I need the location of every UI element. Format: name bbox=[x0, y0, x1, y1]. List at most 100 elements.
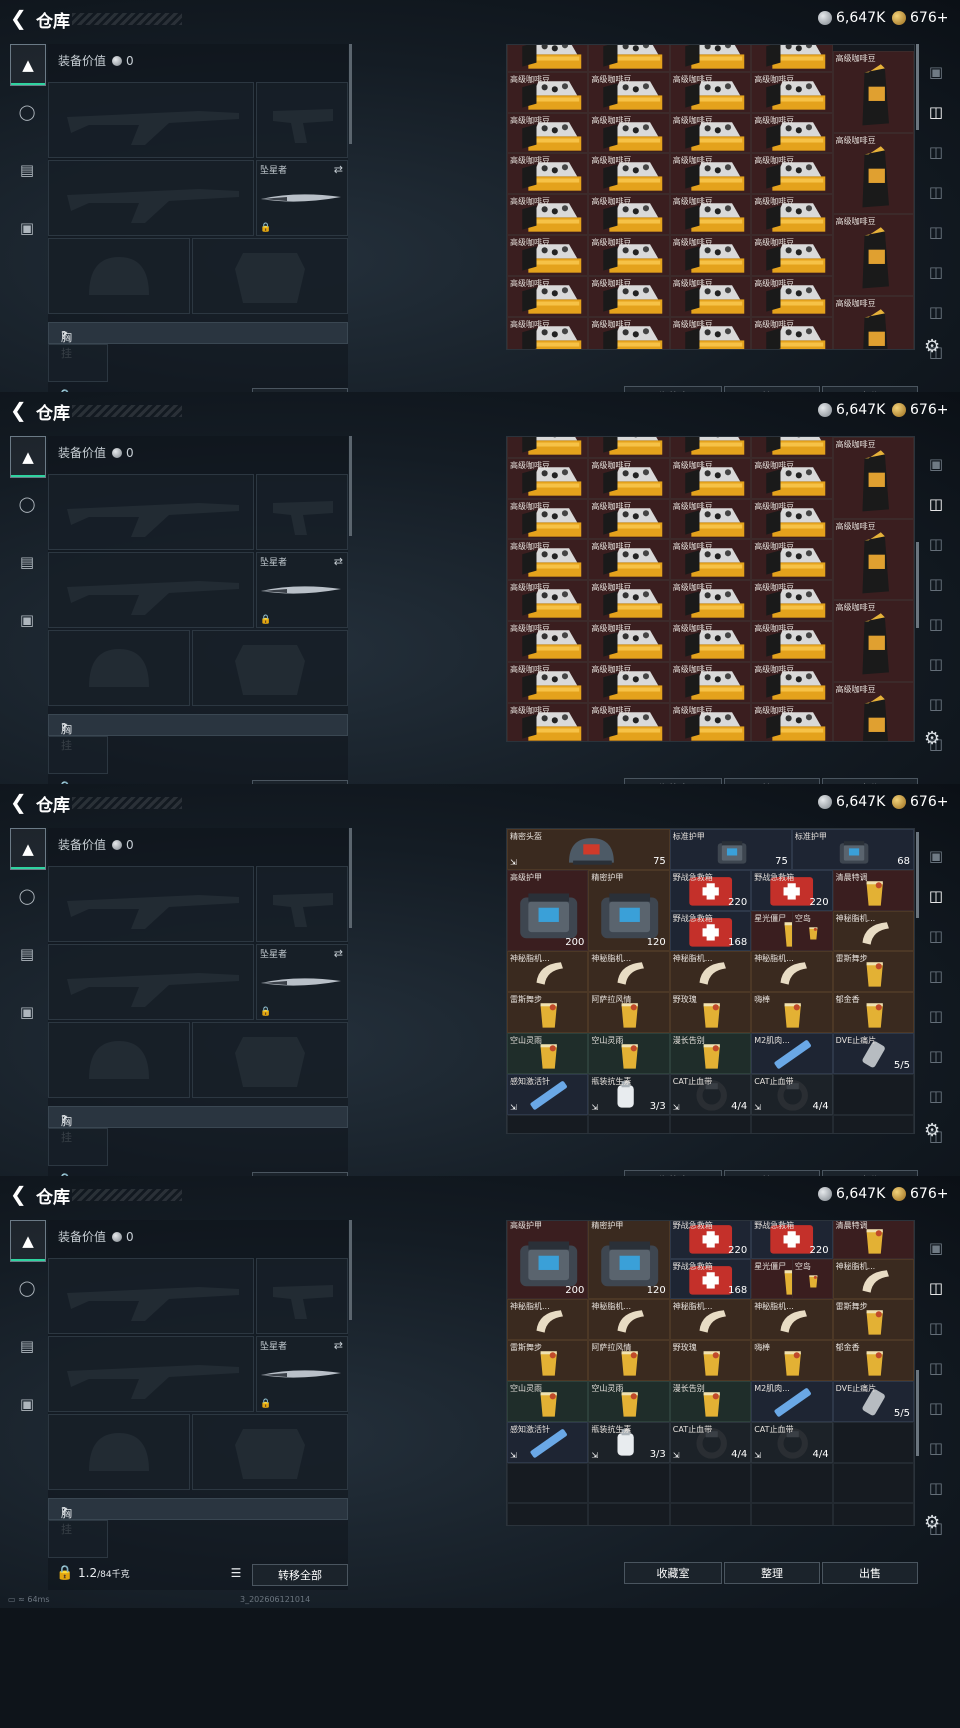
empty-slot[interactable] bbox=[751, 1114, 833, 1133]
camera-plus-icon[interactable]: ◫ bbox=[922, 134, 950, 170]
inventory-item[interactable]: DVE止痛片 5/5 bbox=[832, 1033, 914, 1074]
inventory-item-coffee[interactable]: 高级咖啡豆 bbox=[751, 153, 833, 195]
inventory-item[interactable]: 标准护甲 68 bbox=[791, 829, 914, 870]
empty-slot[interactable] bbox=[507, 1114, 589, 1133]
inventory-item-coffee[interactable]: 高级咖啡豆 bbox=[588, 457, 670, 499]
camera-plus-icon[interactable]: ◫ bbox=[922, 94, 950, 130]
empty-slot[interactable] bbox=[588, 1503, 670, 1525]
inventory-item[interactable]: 野战急救箱 220 bbox=[751, 1221, 833, 1259]
inventory-item-coffee[interactable]: 高级咖啡豆 bbox=[751, 580, 833, 621]
helmet-icon[interactable]: ◯ bbox=[10, 484, 44, 524]
inventory-item[interactable]: 感知激活针 ⇲ bbox=[507, 1073, 589, 1115]
inventory-item-coffee[interactable]: 高级咖啡豆 bbox=[588, 275, 670, 317]
primary-weapon-slot[interactable] bbox=[48, 866, 254, 942]
pistol-slot[interactable] bbox=[256, 82, 348, 158]
inventory-item-coffee[interactable]: 高级咖啡豆 bbox=[669, 621, 752, 662]
empty-slot[interactable] bbox=[507, 1503, 589, 1525]
inventory-item-coffee[interactable]: 高级咖啡豆 bbox=[669, 437, 752, 458]
inventory-item-coffee[interactable]: 高级咖啡豆 bbox=[588, 702, 670, 741]
empty-slot[interactable] bbox=[832, 1114, 914, 1133]
empty-slot[interactable] bbox=[832, 1073, 914, 1115]
gold-currency[interactable]: 676+ bbox=[892, 10, 948, 26]
pistol-slot[interactable] bbox=[256, 866, 348, 942]
settings-gear-icon[interactable]: ⚙ bbox=[924, 336, 940, 357]
inventory-item-coffee[interactable]: 高级咖啡豆 bbox=[751, 539, 833, 581]
melee-slot[interactable]: 坠星者 ⇄ 🔒 bbox=[256, 1336, 348, 1412]
camera-plus-icon[interactable]: ◫ bbox=[922, 1390, 950, 1426]
inventory-item-coffee[interactable]: 高级咖啡豆 bbox=[507, 702, 589, 741]
empty-slot[interactable] bbox=[588, 1462, 670, 1504]
primary-weapon-slot[interactable] bbox=[48, 1258, 254, 1334]
melee-slot[interactable]: 坠星者 ⇄ 🔒 bbox=[256, 552, 348, 628]
inventory-item[interactable]: 雷斯舞步 bbox=[832, 951, 914, 993]
inventory-item[interactable]: 空岛 bbox=[791, 1258, 833, 1300]
helmet-slot[interactable] bbox=[48, 238, 190, 314]
camera-plus-icon[interactable]: ◫ bbox=[922, 214, 950, 250]
inventory-item-coffee[interactable]: 高级咖啡豆 bbox=[507, 498, 589, 540]
helmet-slot[interactable] bbox=[48, 1022, 190, 1098]
chest-rig-slot[interactable] bbox=[48, 1520, 108, 1558]
secondary-weapon-slot[interactable] bbox=[48, 1336, 254, 1412]
inventory-item[interactable]: 神秘脂机... bbox=[507, 951, 589, 993]
inventory-item[interactable]: 高级护甲 200 bbox=[507, 1221, 589, 1300]
inventory-item-coffee[interactable]: 高级咖啡豆 bbox=[669, 498, 752, 540]
help-icon[interactable]: ? bbox=[61, 1505, 67, 1518]
helmet-icon[interactable]: ◯ bbox=[10, 876, 44, 916]
inventory-item[interactable]: 神秘脂机... bbox=[832, 1258, 914, 1300]
inventory-item[interactable]: CAT止血带 4/4 ⇲ bbox=[751, 1421, 833, 1463]
rifle-icon[interactable]: ▲ bbox=[10, 1220, 46, 1262]
gold-currency[interactable]: 676+ bbox=[892, 794, 948, 810]
inventory-item-coffee[interactable]: 高级咖啡豆 bbox=[751, 316, 833, 349]
inventory-item[interactable]: 空山灵雨 bbox=[507, 1033, 589, 1074]
inventory-item-coffee[interactable]: 高级咖啡豆 bbox=[751, 71, 833, 113]
inventory-item[interactable]: 标准护甲 75 bbox=[669, 829, 792, 870]
inventory-item[interactable]: 雷斯舞步 bbox=[832, 1299, 914, 1341]
back-arrow-icon[interactable]: ❮ bbox=[10, 1184, 27, 1204]
inventory-item-coffee[interactable]: 高级咖啡豆 bbox=[507, 275, 589, 317]
inventory-item[interactable]: 神秘脂机... bbox=[507, 1299, 589, 1341]
mask-icon[interactable]: ▣ bbox=[922, 838, 950, 874]
inventory-item-coffee[interactable]: 高级咖啡豆 bbox=[588, 71, 670, 113]
inventory-scrollbar[interactable] bbox=[916, 832, 919, 918]
camera-plus-icon[interactable]: ◫ bbox=[922, 526, 950, 562]
inventory-item-coffee-bag[interactable]: 高级咖啡豆 bbox=[832, 51, 914, 133]
inventory-item-coffee[interactable]: 高级咖啡豆 bbox=[507, 194, 589, 235]
camera-plus-icon[interactable]: ◫ bbox=[922, 1350, 950, 1386]
inventory-item-coffee[interactable]: 高级咖啡豆 bbox=[751, 437, 833, 458]
chest-rig-slot[interactable] bbox=[48, 736, 108, 774]
inventory-item-coffee-bag[interactable]: 高级咖啡豆 bbox=[832, 214, 914, 296]
camera-plus-icon[interactable]: ◫ bbox=[922, 486, 950, 522]
inventory-item-coffee[interactable]: 高级咖啡豆 bbox=[751, 275, 833, 317]
toolbox-icon[interactable]: ▣ bbox=[10, 208, 44, 248]
rifle-icon[interactable]: ▲ bbox=[10, 44, 46, 86]
help-icon[interactable]: ? bbox=[61, 721, 67, 734]
empty-slot[interactable] bbox=[669, 1462, 752, 1504]
inventory-item-coffee[interactable]: 高级咖啡豆 bbox=[669, 702, 752, 741]
inventory-item[interactable]: 雷斯舞步 bbox=[507, 992, 589, 1033]
inventory-item[interactable]: 神秘脂机... bbox=[588, 1299, 670, 1341]
inventory-item-coffee[interactable]: 高级咖啡豆 bbox=[669, 71, 752, 113]
mask-icon[interactable]: ▣ bbox=[922, 1230, 950, 1266]
empty-slot[interactable] bbox=[832, 1421, 914, 1463]
inventory-item-coffee[interactable]: 高级咖啡豆 bbox=[507, 71, 589, 113]
toolbox-icon[interactable]: ▣ bbox=[10, 600, 44, 640]
inventory-item-coffee[interactable]: 高级咖啡豆 bbox=[669, 275, 752, 317]
secondary-weapon-slot[interactable] bbox=[48, 552, 254, 628]
settings-gear-icon[interactable]: ⚙ bbox=[924, 1512, 940, 1533]
collection-button[interactable]: 收藏室 bbox=[624, 1562, 722, 1584]
inventory-item-coffee[interactable]: 高级咖啡豆 bbox=[588, 112, 670, 154]
inventory-item-coffee[interactable]: 高级咖啡豆 bbox=[507, 580, 589, 621]
rifle-icon[interactable]: ▲ bbox=[10, 828, 46, 870]
inventory-item[interactable]: 漫长告别 bbox=[669, 1381, 752, 1422]
inventory-item-coffee[interactable]: 高级咖啡豆 bbox=[669, 580, 752, 621]
chest-rig-slot[interactable] bbox=[48, 344, 108, 382]
camera-plus-icon[interactable]: ◫ bbox=[922, 646, 950, 682]
inventory-item[interactable]: 阿萨拉风情 bbox=[588, 992, 670, 1033]
inventory-item[interactable]: 空山灵雨 bbox=[588, 1381, 670, 1422]
camera-plus-icon[interactable]: ◫ bbox=[922, 918, 950, 954]
inventory-item[interactable]: 神秘脂机... bbox=[832, 910, 914, 952]
clipboard-icon[interactable]: ▤ bbox=[10, 1326, 44, 1366]
inventory-item-coffee[interactable]: 高级咖啡豆 bbox=[588, 580, 670, 621]
melee-slot[interactable]: 坠星者 ⇄ 🔒 bbox=[256, 160, 348, 236]
empty-slot[interactable] bbox=[751, 1503, 833, 1525]
